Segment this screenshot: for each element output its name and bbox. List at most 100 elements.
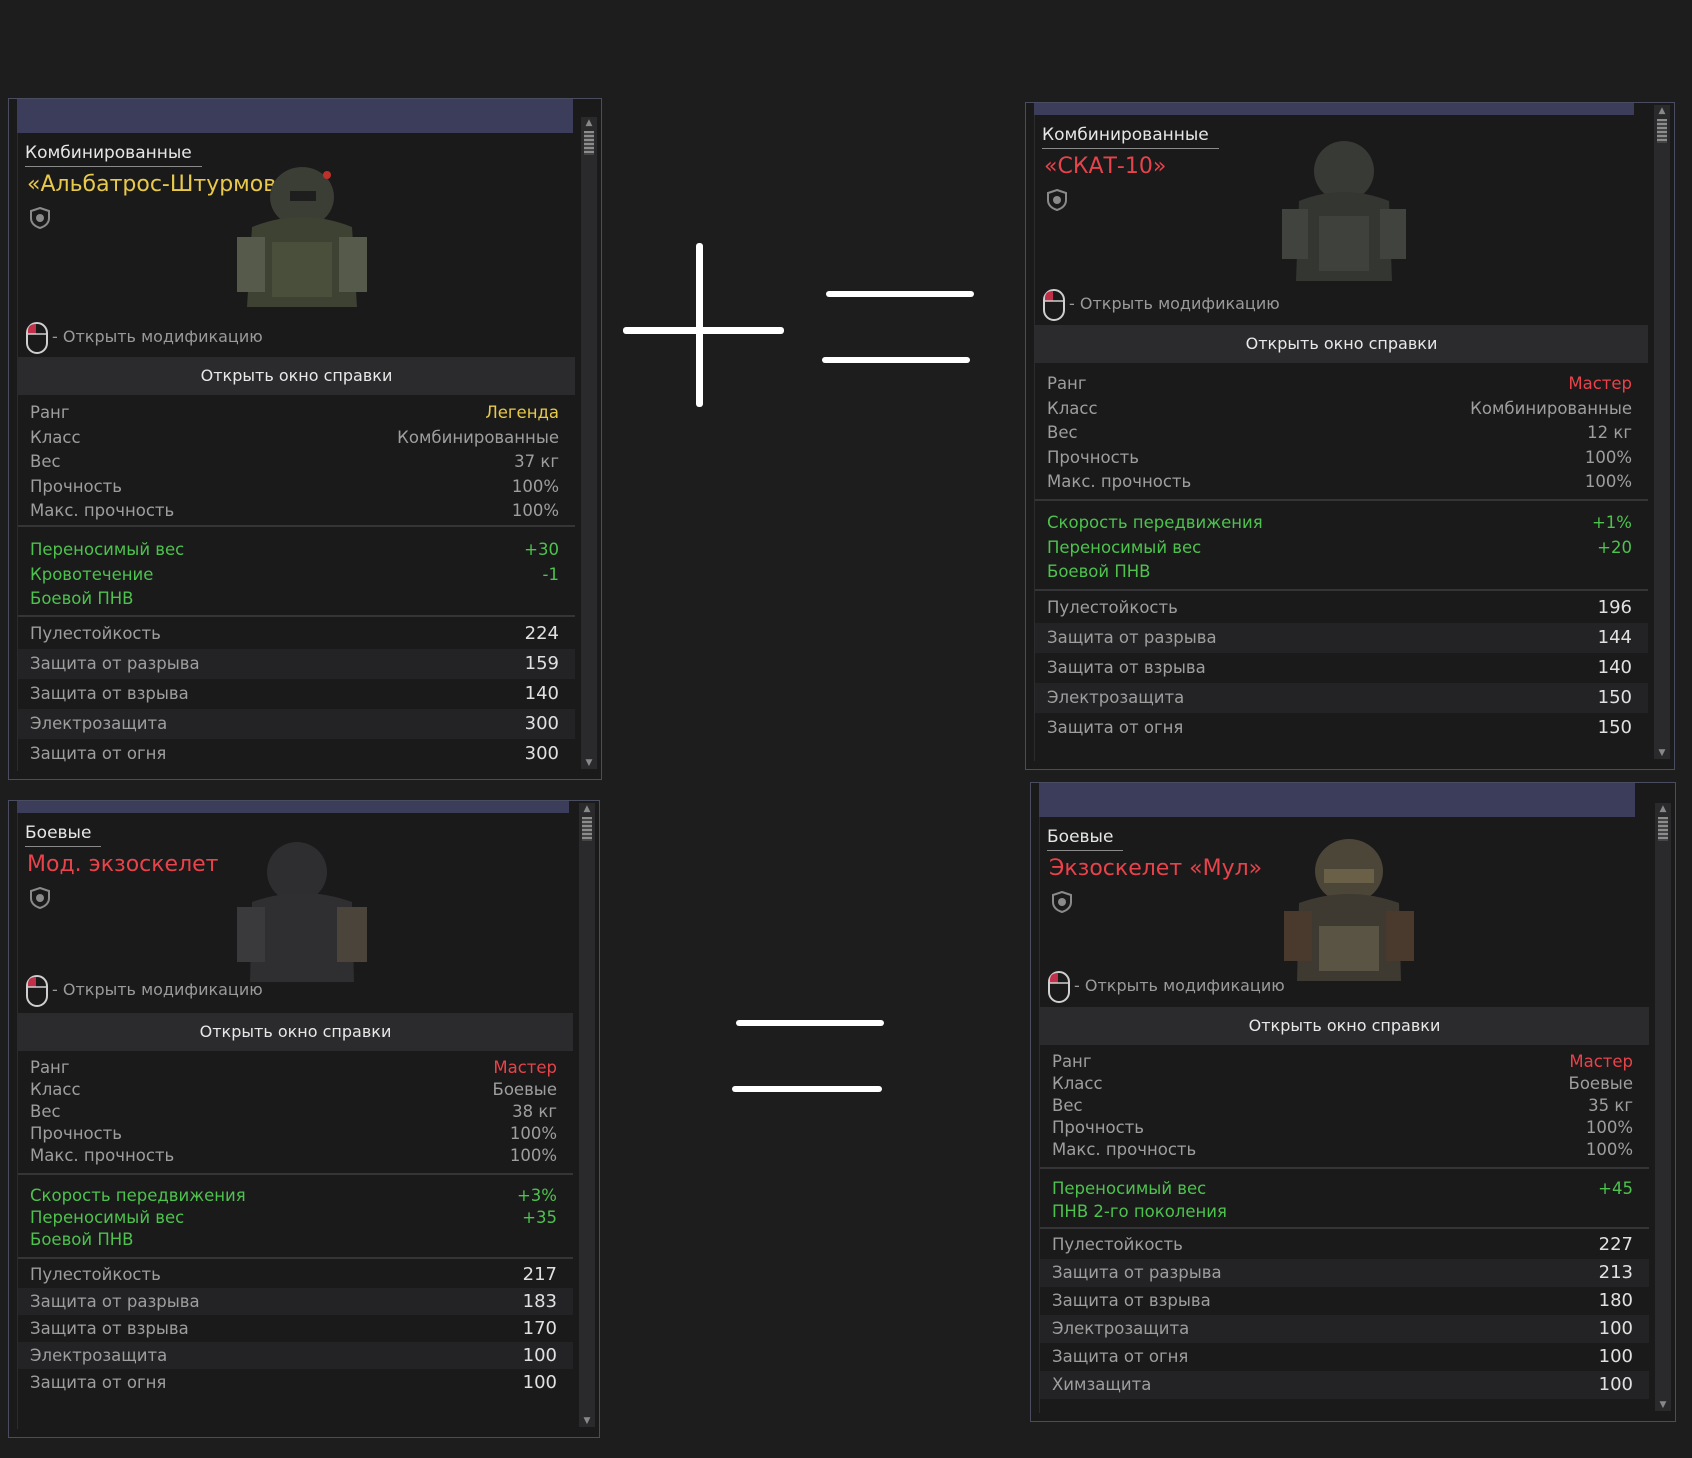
- scroll-down-icon[interactable]: ▼: [582, 1417, 592, 1426]
- stat-durability-value: 100%: [1585, 1118, 1633, 1137]
- item-name: «СКАТ-10»: [1044, 154, 1167, 179]
- stat-max-durability-value: 100%: [511, 501, 559, 521]
- divider: [18, 1173, 573, 1175]
- stat-durability-value: 100%: [509, 1124, 557, 1143]
- protection-label: Пулестойкость: [1047, 598, 1178, 617]
- mouse-icon: [1043, 289, 1065, 321]
- item-category: Боевые: [1047, 827, 1124, 851]
- protection-value: 196: [1597, 597, 1632, 618]
- protection-label: Электрозащита: [1052, 1319, 1190, 1338]
- open-mod-hint: - Открыть модификацию: [1074, 976, 1285, 995]
- scroll-down-icon[interactable]: ▼: [1657, 749, 1667, 758]
- stat-rank-value: Мастер: [1569, 1052, 1633, 1071]
- item-card-albatros: Комбинированные «Альбатрос-Штурмовик» - …: [8, 98, 602, 780]
- scrollbar[interactable]: ▲ ▼: [1655, 803, 1671, 1411]
- bonus-value: +20: [1597, 537, 1632, 557]
- stat-class-value: Боевые: [492, 1080, 557, 1099]
- protection-value: 150: [1597, 717, 1632, 738]
- protection-value: 170: [522, 1318, 557, 1339]
- open-mod-hint: - Открыть модификацию: [52, 327, 263, 346]
- stat-max-durability-value: 100%: [1585, 1140, 1633, 1159]
- protection-value: 159: [524, 653, 559, 674]
- protection-label: Защита от взрыва: [1047, 658, 1206, 677]
- scroll-thumb[interactable]: [1657, 119, 1667, 143]
- stat-rank-value: Мастер: [493, 1058, 557, 1077]
- base-stats: Ранг Легенда Класс Комбинированные Вес 37 к…: [18, 401, 575, 524]
- protection-label: Защита от взрыва: [1052, 1291, 1211, 1310]
- stat-durability-label: Прочность: [1047, 447, 1140, 467]
- stat-durability-value: 100%: [511, 476, 559, 496]
- stat-rank-label: Ранг: [30, 1058, 70, 1077]
- protection-value: 300: [524, 713, 559, 734]
- open-help-button[interactable]: Открыть окно справки: [1035, 325, 1648, 363]
- protection-value: 217: [522, 1264, 557, 1285]
- item-card-mul: Боевые Экзоскелет «Мул» - Открыть модифи…: [1030, 782, 1676, 1422]
- scroll-down-icon[interactable]: ▼: [584, 759, 594, 768]
- bonus-stats: Переносимый вес +30 Кровотечение -1 Боевой…: [18, 538, 575, 612]
- scroll-thumb[interactable]: [584, 131, 594, 155]
- bonus-value: +45: [1598, 1179, 1633, 1198]
- stat-weight-value: 12 кг: [1587, 423, 1632, 443]
- open-help-button[interactable]: Открыть окно справки: [1040, 1007, 1649, 1045]
- bonus-value: +30: [524, 540, 559, 559]
- open-help-button[interactable]: Открыть окно справки: [18, 1013, 573, 1051]
- stat-max-durability-label: Макс. прочность: [1052, 1140, 1197, 1159]
- protection-label: Защита от огня: [30, 744, 167, 763]
- stat-weight-label: Вес: [30, 1102, 61, 1121]
- stat-rank-label: Ранг: [1047, 374, 1087, 393]
- scrollbar[interactable]: ▲ ▼: [579, 803, 595, 1427]
- stat-durability-value: 100%: [1584, 447, 1632, 467]
- protection-stats: Пулестойкость 224 Защита от разрыва 159 За…: [18, 619, 575, 769]
- base-stats: Ранг Мастер Класс Боевые Вес 35 кг Прочност…: [1040, 1051, 1649, 1161]
- stat-weight-label: Вес: [1047, 423, 1078, 443]
- stat-max-durability-label: Макс. прочность: [30, 1146, 175, 1165]
- protection-value: 224: [524, 623, 559, 644]
- protection-value: 140: [524, 683, 559, 704]
- stat-class-value: Боевые: [1568, 1074, 1633, 1093]
- bonus-label: Кровотечение: [30, 564, 154, 584]
- shield-icon: [1052, 891, 1072, 913]
- card-title-bar: [1039, 783, 1635, 817]
- stat-durability-label: Прочность: [30, 476, 123, 496]
- scroll-down-icon[interactable]: ▼: [1658, 1401, 1668, 1410]
- bonus-value: +1%: [1591, 513, 1632, 532]
- bonus-stats: Переносимый вес +45 ПНВ 2-го поколения: [1040, 1177, 1649, 1223]
- scrollbar[interactable]: ▲ ▼: [1654, 105, 1670, 759]
- protection-value: 100: [1598, 1318, 1633, 1339]
- stat-max-durability-label: Макс. прочность: [1047, 472, 1192, 492]
- mouse-icon: [1048, 971, 1070, 1003]
- mouse-icon: [26, 975, 48, 1007]
- scroll-up-icon[interactable]: ▲: [1657, 107, 1667, 116]
- bonus-stats: Скорость передвижения +1% Переносимый вес…: [1035, 511, 1648, 585]
- bonus-value: -1: [542, 564, 559, 584]
- protection-stats: Пулестойкость 227 Защита от разрыва 213 За…: [1040, 1231, 1649, 1399]
- stat-weight-value: 38 кг: [512, 1102, 557, 1121]
- protection-value: 213: [1598, 1262, 1633, 1283]
- scroll-up-icon[interactable]: ▲: [584, 119, 594, 128]
- item-name: Экзоскелет «Мул»: [1049, 856, 1263, 881]
- scroll-thumb[interactable]: [1658, 817, 1668, 841]
- protection-label: Защита от разрыва: [1052, 1263, 1222, 1282]
- stat-weight-value: 35 кг: [1588, 1096, 1633, 1115]
- divider: [18, 615, 575, 617]
- stat-rank-label: Ранг: [30, 403, 70, 422]
- protection-value: 180: [1598, 1290, 1633, 1311]
- open-mod-hint: - Открыть модификацию: [52, 980, 263, 999]
- divider: [1040, 1227, 1649, 1229]
- open-mod-hint: - Открыть модификацию: [1069, 294, 1280, 313]
- scroll-up-icon[interactable]: ▲: [1658, 805, 1668, 814]
- scrollbar[interactable]: ▲ ▼: [581, 117, 597, 769]
- protection-stats: Пулестойкость 217 Защита от разрыва 183 За…: [18, 1261, 573, 1396]
- scroll-thumb[interactable]: [582, 817, 592, 841]
- stat-durability-label: Прочность: [30, 1124, 123, 1143]
- bonus-label: Скорость передвижения: [30, 1186, 246, 1205]
- open-help-button[interactable]: Открыть окно справки: [18, 357, 575, 395]
- stat-class-value: Комбинированные: [1470, 398, 1632, 418]
- stat-max-durability-value: 100%: [509, 1146, 557, 1165]
- scroll-up-icon[interactable]: ▲: [582, 805, 592, 814]
- protection-label: Пулестойкость: [30, 1265, 161, 1284]
- protection-label: Электрозащита: [30, 714, 168, 733]
- bonus-label: Боевой ПНВ: [30, 589, 134, 609]
- bonus-label: ПНВ 2-го поколения: [1052, 1202, 1227, 1221]
- base-stats: Ранг Мастер Класс Комбинированные Вес 12 кг…: [1035, 372, 1648, 495]
